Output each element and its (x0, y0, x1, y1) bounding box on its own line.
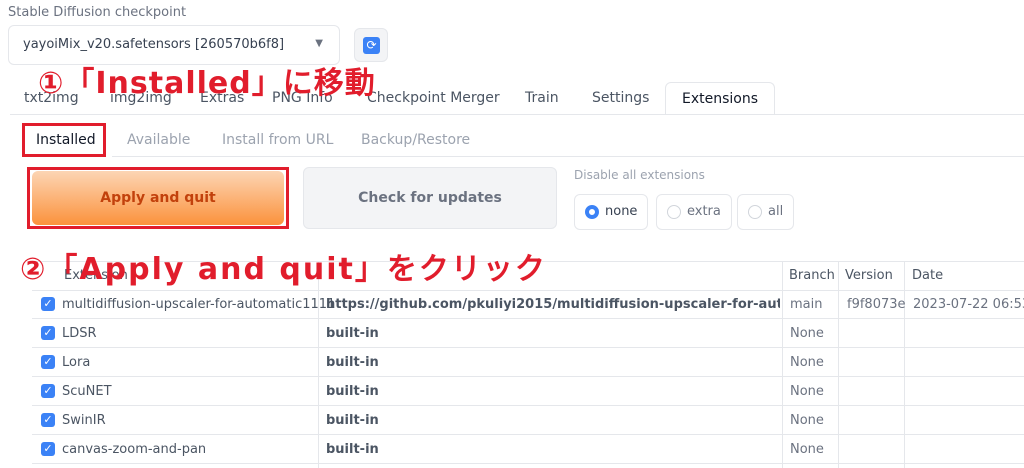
annotation-step2: ②「Apply and quit」をクリック (20, 252, 547, 287)
extension-branch: None (790, 384, 824, 399)
extension-name: LDSR (62, 326, 97, 341)
refresh-icon: ⟳ (363, 37, 380, 54)
refresh-checkpoint-button[interactable]: ⟳ (354, 28, 388, 62)
highlight-box-installed (22, 123, 106, 157)
subtab-install-from-url[interactable]: Install from URL (222, 132, 333, 148)
highlight-box-apply (27, 167, 289, 229)
radio-extra-label: extra (687, 204, 721, 219)
extensions-table: Extension Branch Version Date ✓ multidif… (32, 261, 1024, 468)
extension-name: SwinIR (62, 413, 106, 428)
extension-name: canvas-zoom-and-pan (62, 442, 207, 457)
radio-empty-icon (667, 205, 681, 219)
header-branch: Branch (789, 268, 835, 283)
tab-train[interactable]: Train (525, 90, 559, 106)
tab-settings[interactable]: Settings (592, 90, 649, 106)
header-date: Date (912, 268, 944, 283)
annotation-step1: ①「Installed」に移動 (38, 66, 376, 101)
checkbox-checked-icon[interactable]: ✓ (41, 297, 55, 311)
header-version: Version (845, 268, 893, 283)
table-row: ✓ ScuNET built-in None (32, 377, 1024, 406)
radio-extra[interactable]: extra (656, 194, 732, 230)
extension-name: ScuNET (62, 384, 112, 399)
extension-branch: None (790, 326, 824, 341)
radio-none[interactable]: none (574, 194, 649, 230)
checkbox-checked-icon[interactable]: ✓ (41, 442, 55, 456)
extension-branch: None (790, 355, 824, 370)
tab-extensions[interactable]: Extensions (665, 82, 776, 115)
table-row: ✓ canvas-zoom-and-pan built-in None (32, 435, 1024, 464)
table-row: ✓ SwinIR built-in None (32, 406, 1024, 435)
radio-selected-icon (585, 205, 599, 219)
checkpoint-label: Stable Diffusion checkpoint (8, 5, 187, 20)
table-row: ✓ Lora built-in None (32, 348, 1024, 377)
radio-empty-icon (748, 205, 762, 219)
table-row: ✓ LDSR built-in None (32, 319, 1024, 348)
extension-date: 2023-07-22 06:53:1 (913, 297, 1024, 312)
extension-branch: main (790, 297, 823, 312)
extension-subtabs: Installed Available Install from URL Bac… (22, 124, 1022, 158)
extension-name: multidiffusion-upscaler-for-automatic111… (62, 297, 336, 312)
tabs-divider (10, 114, 1024, 115)
tab-checkpoint-merger[interactable]: Checkpoint Merger (367, 90, 500, 106)
checkbox-checked-icon[interactable]: ✓ (41, 355, 55, 369)
extension-version: f9f8073e (847, 297, 906, 312)
extension-url: built-in (326, 355, 379, 370)
extension-branch: None (790, 442, 824, 457)
checkbox-checked-icon[interactable]: ✓ (41, 384, 55, 398)
radio-all[interactable]: all (737, 194, 795, 230)
subtab-available[interactable]: Available (127, 132, 190, 148)
disable-extensions-label: Disable all extensions (574, 168, 705, 182)
extension-name: Lora (62, 355, 91, 370)
subtab-backup-restore[interactable]: Backup/Restore (361, 132, 470, 148)
extension-branch: None (790, 413, 824, 428)
extension-url: built-in (326, 326, 379, 341)
check-for-updates-button[interactable]: Check for updates (303, 167, 557, 229)
subtabs-divider (112, 156, 1024, 157)
extension-url: built-in (326, 442, 379, 457)
checkbox-checked-icon[interactable]: ✓ (41, 413, 55, 427)
radio-all-label: all (768, 204, 784, 219)
checkpoint-value: yayoiMix_v20.safetensors [260570b6f8] (23, 37, 285, 52)
radio-none-label: none (605, 204, 638, 219)
extension-url: built-in (326, 413, 379, 428)
chevron-down-icon: ▼ (315, 38, 323, 49)
table-row: ✓ multidiffusion-upscaler-for-automatic1… (32, 290, 1024, 319)
extension-url[interactable]: https://github.com/pkuliyi2015/multidiff… (326, 297, 780, 312)
checkbox-checked-icon[interactable]: ✓ (41, 326, 55, 340)
extension-url: built-in (326, 384, 379, 399)
